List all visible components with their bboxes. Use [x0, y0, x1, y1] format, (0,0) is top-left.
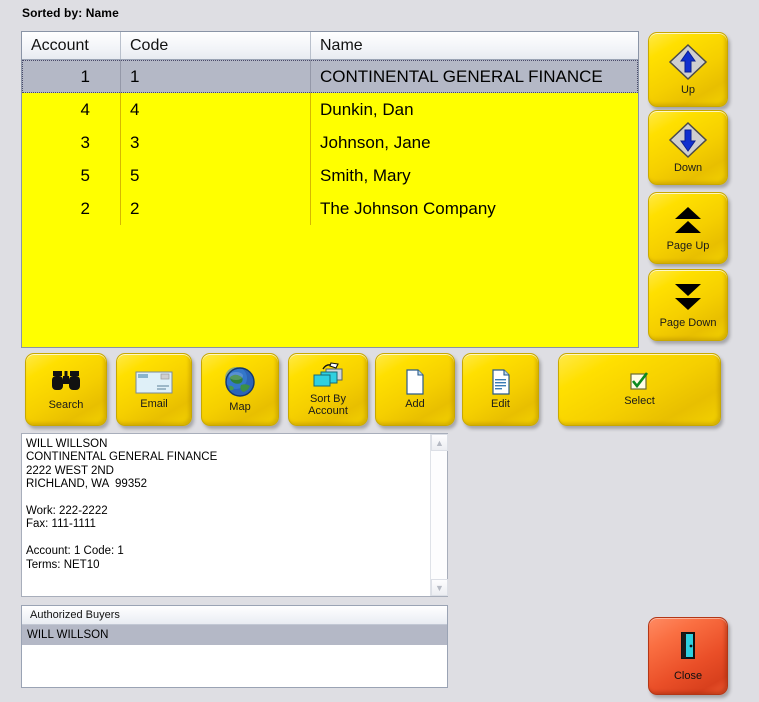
detail-scrollbar[interactable]: ▲ ▼ — [430, 434, 448, 596]
email-button[interactable]: Email — [116, 353, 192, 426]
sort-by-account-button[interactable]: Sort By Account — [288, 353, 368, 426]
cell-account: 4 — [22, 93, 121, 126]
down-button-label: Down — [673, 162, 703, 174]
column-header-account[interactable]: Account — [22, 32, 121, 59]
buyer-name: WILL WILLSON — [27, 629, 109, 641]
page-up-button-label: Page Up — [666, 239, 710, 252]
list-item[interactable]: WILL WILLSON — [22, 625, 447, 645]
arrow-up-diamond-icon — [668, 43, 708, 81]
search-button-label: Search — [48, 399, 84, 411]
cell-name: Dunkin, Dan — [320, 99, 414, 119]
cell-code: 4 — [121, 93, 311, 126]
table-row[interactable]: 3 3 Johnson, Jane — [22, 126, 638, 159]
cell-account: 5 — [22, 159, 121, 192]
up-button-label: Up — [680, 84, 696, 96]
edit-button[interactable]: Edit — [462, 353, 539, 426]
sort-cards-icon — [309, 362, 347, 390]
cell-code: 5 — [121, 159, 311, 192]
cell-name: The Johnson Company — [320, 198, 496, 218]
close-button-label: Close — [673, 669, 703, 682]
cell-code: 2 — [121, 192, 311, 225]
cell-account: 1 — [22, 60, 121, 93]
cell-code: 3 — [121, 126, 311, 159]
new-document-icon — [404, 369, 426, 395]
cell-name: CONTINENTAL GENERAL FINANCE — [320, 66, 603, 86]
page-down-button-label: Page Down — [659, 316, 717, 329]
authorized-buyers-panel[interactable]: Authorized Buyers WILL WILLSON — [21, 605, 448, 688]
down-button[interactable]: Down — [648, 110, 728, 185]
search-button[interactable]: Search — [25, 353, 107, 426]
exit-door-icon — [675, 631, 701, 666]
map-button-label: Map — [229, 401, 251, 413]
column-header-name[interactable]: Name — [311, 32, 638, 59]
up-button[interactable]: Up — [648, 32, 728, 107]
scrollbar-track[interactable] — [431, 451, 447, 579]
map-button[interactable]: Map — [201, 353, 279, 426]
table-row[interactable]: 4 4 Dunkin, Dan — [22, 93, 638, 126]
table-row[interactable]: 1 1 CONTINENTAL GENERAL FINANCE — [22, 60, 638, 93]
table-row[interactable]: 2 2 The Johnson Company — [22, 192, 638, 225]
page-up-button[interactable]: Page Up — [648, 192, 728, 264]
add-button-label: Add — [405, 398, 425, 410]
double-arrow-up-icon — [670, 205, 706, 237]
binoculars-icon — [49, 368, 83, 396]
grid-header-row: Account Code Name — [22, 32, 638, 60]
cell-account: 3 — [22, 126, 121, 159]
select-button-label: Select — [624, 395, 655, 407]
column-header-code[interactable]: Code — [121, 32, 311, 59]
edit-button-label: Edit — [491, 398, 510, 410]
accounts-grid[interactable]: Account Code Name 1 1 CONTINENTAL GENERA… — [21, 31, 639, 348]
select-button[interactable]: Select — [558, 353, 721, 426]
scroll-down-icon[interactable]: ▼ — [431, 579, 448, 596]
cell-account: 2 — [22, 192, 121, 225]
sort-by-account-label-line1: Sort By — [309, 393, 347, 405]
arrow-down-diamond-icon — [668, 121, 708, 159]
sort-by-account-label-line2: Account — [308, 405, 348, 417]
table-row[interactable]: 5 5 Smith, Mary — [22, 159, 638, 192]
globe-icon — [224, 366, 256, 398]
double-arrow-down-icon — [670, 282, 706, 314]
envelope-icon — [135, 369, 173, 395]
scroll-up-icon[interactable]: ▲ — [431, 434, 448, 451]
green-checkbox-icon — [629, 372, 651, 392]
email-button-label: Email — [140, 398, 168, 410]
close-button[interactable]: Close — [648, 617, 728, 695]
cell-code: 1 — [121, 60, 311, 93]
authorized-buyers-header: Authorized Buyers — [22, 606, 447, 625]
page-down-button[interactable]: Page Down — [648, 269, 728, 341]
account-detail-text: WILL WILLSON CONTINENTAL GENERAL FINANCE… — [26, 438, 218, 571]
cell-name: Smith, Mary — [320, 165, 411, 185]
account-detail-panel[interactable]: WILL WILLSON CONTINENTAL GENERAL FINANCE… — [21, 433, 448, 597]
add-button[interactable]: Add — [375, 353, 455, 426]
edit-document-icon — [490, 369, 512, 395]
cell-name: Johnson, Jane — [320, 132, 431, 152]
grid-body: 1 1 CONTINENTAL GENERAL FINANCE 4 4 Dunk… — [22, 60, 638, 225]
sort-status-label: Sorted by: Name — [22, 6, 119, 20]
